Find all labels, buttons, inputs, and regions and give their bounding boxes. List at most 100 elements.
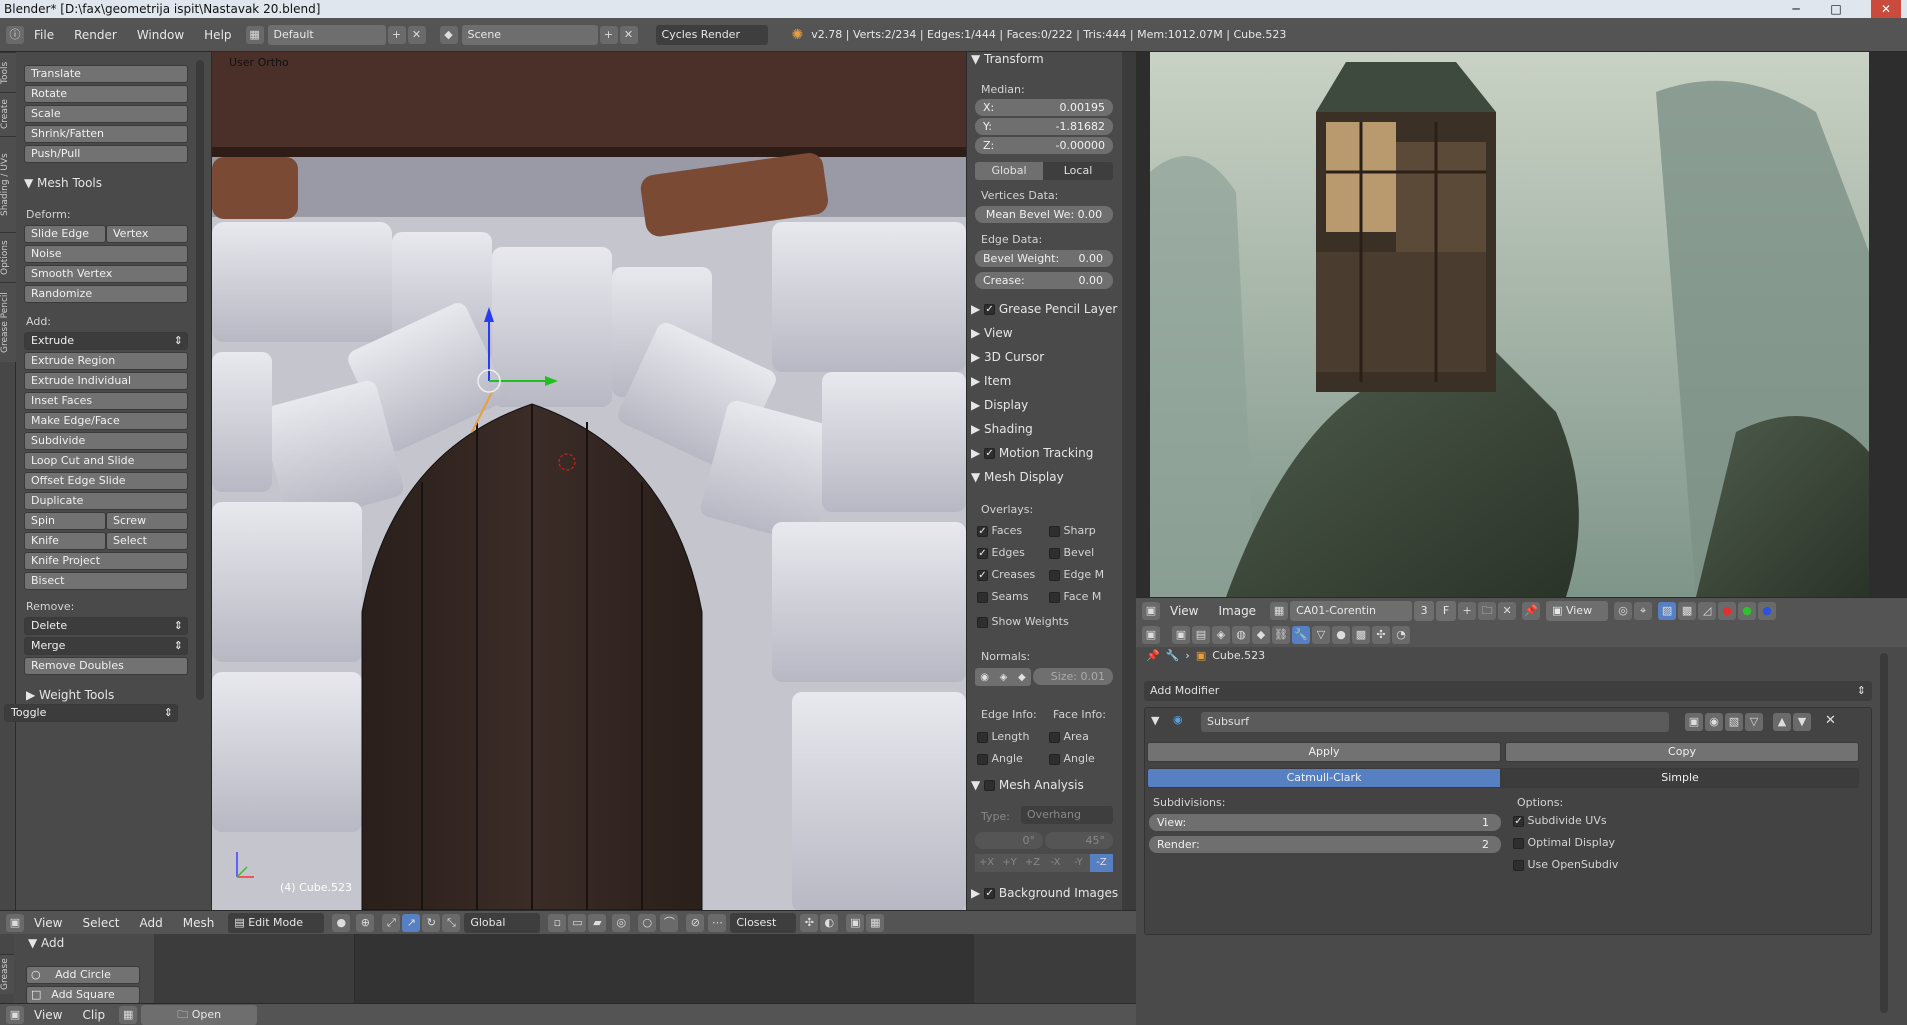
- creases-checkbox[interactable]: ✓ Creases: [977, 568, 1035, 581]
- properties-scrollbar[interactable]: [1880, 653, 1888, 1013]
- noise-button[interactable]: Noise: [24, 245, 188, 263]
- checkbox-icon[interactable]: [984, 780, 996, 791]
- axis-minus-x[interactable]: -X: [1044, 854, 1067, 872]
- seams-checkbox[interactable]: Seams: [977, 590, 1028, 603]
- face-select-icon[interactable]: ▰: [588, 913, 607, 932]
- view-mode-select[interactable]: ▣ View: [1546, 600, 1609, 621]
- 3d-cursor-header[interactable]: ▶ 3D Cursor: [971, 350, 1044, 364]
- render-layers-tab-icon[interactable]: ▤: [1192, 626, 1210, 644]
- knife-select-button[interactable]: Select: [106, 532, 188, 550]
- face-marks-checkbox[interactable]: Face M: [1049, 590, 1101, 603]
- checkbox-icon[interactable]: [1049, 569, 1060, 581]
- display-header[interactable]: ▶ Display: [971, 398, 1028, 412]
- split-normals-icon[interactable]: ◈: [1000, 672, 1008, 683]
- checkbox-icon[interactable]: [1049, 753, 1060, 765]
- unlink-image-icon[interactable]: ✕: [1498, 601, 1517, 620]
- tab-create[interactable]: Create: [0, 92, 16, 136]
- menu-clip-view[interactable]: View: [24, 1008, 72, 1022]
- open-image-icon[interactable]: 🗀: [1478, 601, 1497, 620]
- face-angle-checkbox[interactable]: Angle: [1049, 752, 1095, 765]
- push-pull-button[interactable]: Push/Pull: [24, 145, 188, 163]
- remove-doubles-button[interactable]: Remove Doubles: [24, 657, 188, 675]
- bevel-checkbox[interactable]: Bevel: [1049, 546, 1094, 559]
- texture-tab-icon[interactable]: ▩: [1352, 626, 1370, 644]
- pin-breadcrumb-icon[interactable]: 📌: [1146, 649, 1160, 662]
- blue-channel-icon[interactable]: ●: [1758, 601, 1777, 620]
- add-scene-icon[interactable]: +: [599, 25, 618, 44]
- mean-bevel-field[interactable]: Mean Bevel We: 0.00: [975, 206, 1113, 223]
- mesh-tools-header[interactable]: ▼ Mesh Tools: [24, 176, 102, 190]
- checkbox-icon[interactable]: ✓: [984, 304, 996, 315]
- translate-button[interactable]: Translate: [24, 65, 188, 83]
- edge-select-icon[interactable]: ▭: [568, 913, 587, 932]
- menu-image[interactable]: Image: [1208, 604, 1266, 618]
- checkbox-icon[interactable]: [1049, 547, 1060, 559]
- world-tab-icon[interactable]: ◍: [1232, 626, 1250, 644]
- checkbox-icon[interactable]: ✓: [984, 448, 996, 459]
- green-channel-icon[interactable]: ●: [1738, 601, 1757, 620]
- weight-tools-header[interactable]: ▶ Weight Tools: [26, 688, 114, 702]
- add-square-button[interactable]: □ Add Square: [26, 986, 140, 1004]
- face-normals-icon[interactable]: ◆: [1018, 672, 1026, 683]
- slide-edge-button[interactable]: Slide Edge: [24, 225, 106, 243]
- pivot-icon[interactable]: ⊕: [356, 913, 375, 932]
- translate-manip-icon[interactable]: ↗: [402, 913, 421, 932]
- rotate-button[interactable]: Rotate: [24, 85, 188, 103]
- render-levels-field[interactable]: Render: 2: [1149, 836, 1501, 853]
- pin-icon[interactable]: 📌: [1522, 601, 1541, 620]
- editor-type-icon[interactable]: ▣: [6, 913, 24, 932]
- apply-button[interactable]: Apply: [1147, 742, 1501, 762]
- display-alpha-icon[interactable]: ◿: [1698, 601, 1717, 620]
- vertex-select-icon[interactable]: ▫: [548, 913, 567, 932]
- tab-shading-uvs[interactable]: Shading / UVs: [0, 136, 16, 232]
- uv-sync-icon[interactable]: ⌖: [1634, 601, 1653, 620]
- copy-button[interactable]: Copy: [1505, 742, 1859, 762]
- length-checkbox[interactable]: Length: [977, 730, 1029, 743]
- menu-image-view[interactable]: View: [1160, 604, 1208, 618]
- rotate-manip-icon[interactable]: ↻: [422, 913, 441, 932]
- new-image-icon[interactable]: +: [1458, 601, 1477, 620]
- checkbox-icon[interactable]: ✓: [977, 569, 988, 581]
- area-checkbox[interactable]: Area: [1049, 730, 1089, 743]
- menu-window[interactable]: Window: [127, 28, 194, 42]
- randomize-button[interactable]: Randomize: [24, 285, 188, 303]
- proportional-icon[interactable]: ○: [638, 913, 657, 932]
- snap-icon[interactable]: ⊘: [686, 913, 705, 932]
- object-tab-icon[interactable]: ◆: [1252, 626, 1270, 644]
- viewport-shading-icon[interactable]: ●: [332, 913, 351, 932]
- mesh-analysis-header[interactable]: ▼ Mesh Analysis: [971, 778, 1084, 792]
- maximize-icon[interactable]: □: [1821, 0, 1851, 18]
- layout-icon[interactable]: ▦: [245, 25, 264, 44]
- max-angle-field[interactable]: 45°: [1045, 832, 1113, 849]
- analysis-type-select[interactable]: Overhang: [1021, 806, 1113, 824]
- checkbox-icon[interactable]: [1049, 525, 1060, 537]
- mesh-display-header[interactable]: ▼ Mesh Display: [971, 470, 1064, 484]
- menu-mesh[interactable]: Mesh: [173, 916, 225, 930]
- use-opensubdiv-checkbox[interactable]: Use OpenSubdiv: [1513, 858, 1618, 871]
- cage-toggle-icon[interactable]: ▽: [1745, 713, 1763, 731]
- clip-editor-icon[interactable]: ▣: [6, 1005, 24, 1024]
- checkbox-icon[interactable]: [977, 753, 988, 765]
- menu-view[interactable]: View: [24, 916, 72, 930]
- clip-editor[interactable]: Grease ▼ Add ○ Add Circle □ Add Square: [0, 934, 1136, 1004]
- checkbox-icon[interactable]: [1049, 591, 1060, 603]
- grease-pencil-layer-header[interactable]: ▶ ✓ Grease Pencil Layer: [971, 302, 1117, 316]
- image-editor-icon[interactable]: ▣: [1142, 601, 1160, 620]
- scene-icon[interactable]: ◆: [439, 25, 458, 44]
- edge-angle-checkbox[interactable]: Angle: [977, 752, 1023, 765]
- menu-clip[interactable]: Clip: [72, 1008, 115, 1022]
- show-weights-checkbox[interactable]: Show Weights: [977, 615, 1069, 628]
- toggle-dropdown[interactable]: Toggle ⇕: [4, 704, 178, 722]
- normal-size-field[interactable]: Size: 0.01: [1033, 668, 1113, 685]
- fake-user-toggle[interactable]: F: [1436, 600, 1457, 621]
- view-levels-field[interactable]: View: 1: [1149, 814, 1501, 831]
- view-panel-header[interactable]: ▶ View: [971, 326, 1013, 340]
- add-panel-header[interactable]: ▼ Add: [28, 936, 64, 950]
- menu-select[interactable]: Select: [72, 916, 129, 930]
- display-rgb-icon[interactable]: ▩: [1678, 601, 1697, 620]
- close-icon[interactable]: ✕: [1871, 0, 1901, 18]
- limit-selection-icon[interactable]: ◎: [612, 913, 631, 932]
- tab-options[interactable]: Options: [0, 232, 16, 282]
- screw-button[interactable]: Screw: [106, 512, 188, 530]
- checkbox-icon[interactable]: ✓: [977, 547, 988, 559]
